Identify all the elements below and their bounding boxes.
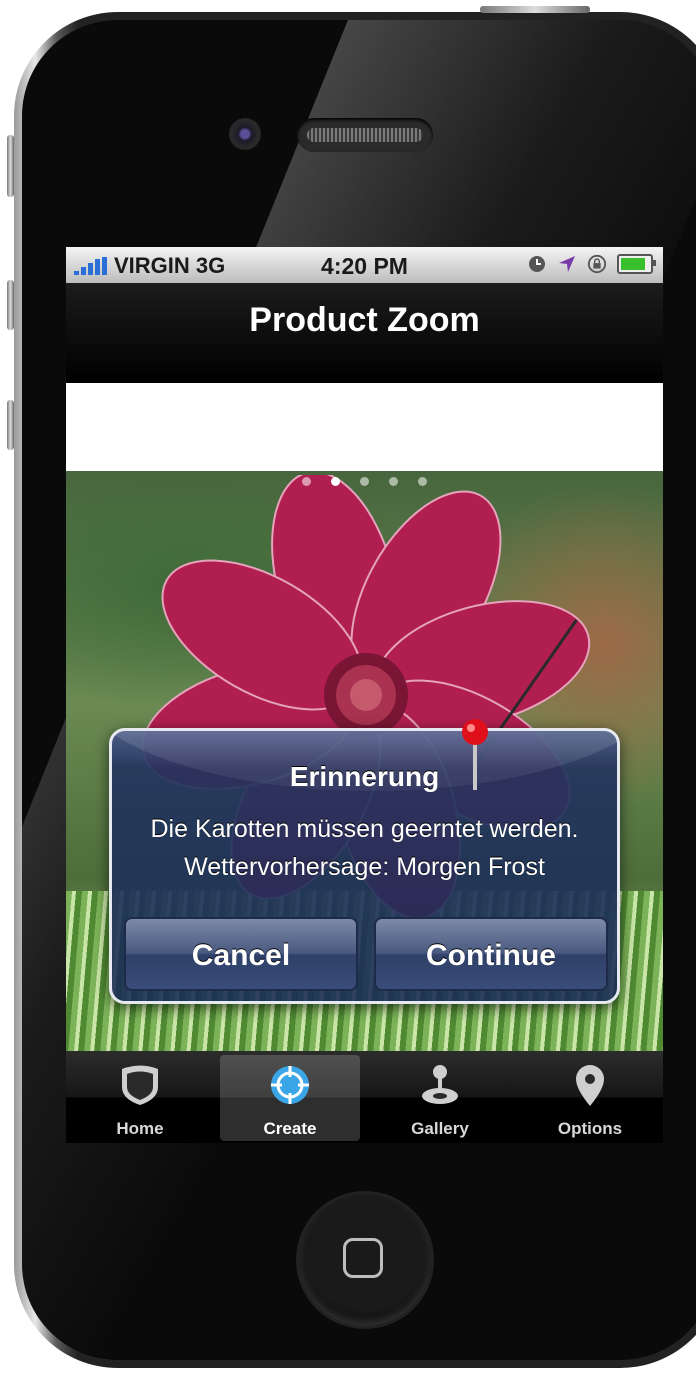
cancel-button[interactable]: Cancel	[124, 917, 358, 991]
status-bar: VIRGIN 3G 4:20 PM	[66, 247, 663, 283]
volume-up-button	[7, 280, 14, 330]
alert-title: Erinnerung	[289, 761, 440, 792]
tab-gallery[interactable]: Gallery	[370, 1055, 510, 1141]
blank-banner	[66, 383, 663, 471]
tab-options-label: Options	[557, 1119, 623, 1138]
page-dot[interactable]	[418, 477, 427, 486]
tab-bar: Home Create Gallery Options	[66, 1051, 663, 1143]
home-button[interactable]	[299, 1194, 431, 1326]
tab-create[interactable]: Create	[220, 1055, 360, 1141]
joystick-icon	[422, 1065, 458, 1104]
power-button	[480, 6, 590, 13]
crosshair-icon	[271, 1066, 309, 1104]
continue-button[interactable]: Continue	[374, 917, 608, 991]
page-dot[interactable]	[389, 477, 398, 486]
clock-icon	[527, 254, 547, 274]
alert-dialog: Erinnerung Die Karotten müssen geerntet …	[109, 728, 620, 1004]
alert-message-line-2: Wettervorhersage: Morgen Frost	[184, 853, 545, 881]
mute-switch	[7, 135, 14, 197]
tab-home-label: Home	[116, 1119, 164, 1138]
tab-create-label: Create	[263, 1119, 317, 1138]
home-square-icon	[343, 1238, 383, 1278]
page-dot[interactable]	[360, 477, 369, 486]
shield-icon	[122, 1065, 158, 1105]
navigation-bar: Product Zoom	[66, 283, 663, 383]
map-pin-icon	[462, 719, 488, 790]
front-camera-icon	[229, 118, 261, 150]
page-dot-active[interactable]	[331, 477, 340, 486]
earpiece-speaker	[297, 118, 433, 152]
location-arrow-icon	[557, 254, 577, 274]
phone-screen: VIRGIN 3G 4:20 PM Product Zoom Home Crea…	[66, 247, 663, 1143]
tab-gallery-label: Gallery	[411, 1119, 469, 1138]
battery-icon	[617, 254, 656, 274]
tab-home[interactable]: Home	[70, 1055, 210, 1141]
page-title: Product Zoom	[249, 301, 480, 339]
volume-down-button	[7, 400, 14, 450]
alert-message-line-1: Die Karotten müssen geerntet werden.	[150, 815, 579, 843]
page-dot[interactable]	[302, 477, 311, 486]
tab-options[interactable]: Options	[520, 1055, 660, 1141]
status-icons	[527, 254, 656, 274]
location-pin-icon	[576, 1065, 604, 1106]
page-indicator[interactable]	[66, 477, 663, 486]
rotation-lock-icon	[587, 254, 607, 274]
